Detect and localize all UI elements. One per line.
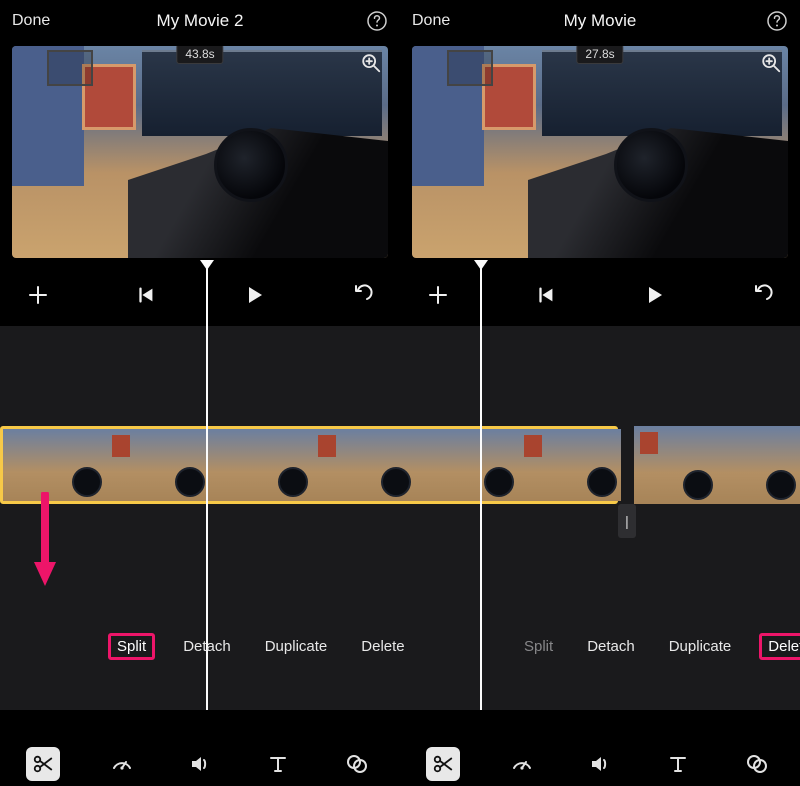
clip-thumb [518,429,621,501]
help-button[interactable] [766,10,788,32]
audio-tool[interactable] [180,744,220,784]
duplicate-button[interactable]: Duplicate [663,636,738,657]
speed-tool[interactable] [502,744,542,784]
done-button[interactable]: Done [412,12,450,30]
undo-button[interactable] [742,275,782,315]
transport-right [400,268,800,322]
scissors-icon [432,753,454,775]
play-icon [642,283,666,307]
help-icon [766,10,788,32]
scissors-icon [32,753,54,775]
scene-minimap [47,50,93,86]
detach-button[interactable]: Detach [581,636,641,657]
clip-thumb [106,429,209,501]
annotation-arrow [30,492,60,588]
undo-icon [350,283,374,307]
preview-left: 43.8s [12,46,388,258]
topbar-left: Done My Movie 2 [0,0,400,42]
audio-tool[interactable] [580,744,620,784]
preview-frame[interactable]: 27.8s [412,46,788,258]
toolbar-right [400,742,800,786]
text-tool[interactable] [658,744,698,784]
undo-button[interactable] [342,275,382,315]
topbar-right: Done My Movie [400,0,800,42]
filters-icon [345,752,369,776]
help-icon [366,10,388,32]
zoom-button[interactable] [760,52,782,74]
skip-previous-icon [535,284,557,306]
clip-thumbnails [634,426,800,504]
filters-icon [745,752,769,776]
delete-button[interactable]: Delete [759,633,800,660]
skip-start-button[interactable] [126,275,166,315]
volume-icon [188,752,212,776]
magnify-icon [360,52,382,74]
add-media-button[interactable] [18,275,58,315]
zoom-button[interactable] [360,52,382,74]
preview-right: 27.8s [412,46,788,258]
clip-thumb [415,429,518,501]
text-tool[interactable] [258,744,298,784]
speed-tool[interactable] [102,744,142,784]
play-icon [242,283,266,307]
clip-thumbnails [3,429,615,501]
clip-actions-right: Split Detach Duplicate Delete [518,632,800,660]
volume-icon [588,752,612,776]
clip-secondary[interactable] [634,426,800,504]
speedometer-icon [110,752,134,776]
scene-minimap [447,50,493,86]
done-button[interactable]: Done [12,12,50,30]
help-button[interactable] [366,10,388,32]
clip-thumb [209,429,312,501]
clip-thumb [717,426,800,504]
play-button[interactable] [234,275,274,315]
clip-thumb [312,429,415,501]
text-icon [666,752,690,776]
clip-thumb [3,429,106,501]
arrow-down-icon [30,492,60,588]
skip-previous-icon [135,284,157,306]
play-button[interactable] [634,275,674,315]
transition-handle[interactable]: | [618,504,636,538]
transport-left [0,268,400,322]
skip-start-button[interactable] [526,275,566,315]
plus-icon [426,283,450,307]
speedometer-icon [510,752,534,776]
clip-actions-left: Split Detach Duplicate Delete [108,632,411,660]
delete-button[interactable]: Delete [355,636,410,657]
scene-scope [214,128,288,202]
project-title: My Movie [400,11,800,31]
timestamp-pill: 27.8s [576,46,623,64]
preview-frame[interactable]: 43.8s [12,46,388,258]
split-button[interactable]: Split [518,636,559,657]
split-button[interactable]: Split [108,633,155,660]
filters-tool[interactable] [737,744,777,784]
duplicate-button[interactable]: Duplicate [259,636,334,657]
filters-tool[interactable] [337,744,377,784]
plus-icon [26,283,50,307]
toolbar-left [0,742,400,786]
text-icon [266,752,290,776]
clip-selected[interactable] [0,426,618,504]
timestamp-pill: 43.8s [176,46,223,64]
playhead-right[interactable] [480,266,482,710]
clip-thumb [634,426,717,504]
detach-button[interactable]: Detach [177,636,237,657]
scene-scope [614,128,688,202]
scissors-tool[interactable] [23,744,63,784]
undo-icon [750,283,774,307]
magnify-icon [760,52,782,74]
project-title: My Movie 2 [0,11,400,31]
scissors-tool[interactable] [423,744,463,784]
timeline[interactable]: | Split Detach Duplicate Delete Split De… [0,326,800,710]
add-media-button[interactable] [418,275,458,315]
